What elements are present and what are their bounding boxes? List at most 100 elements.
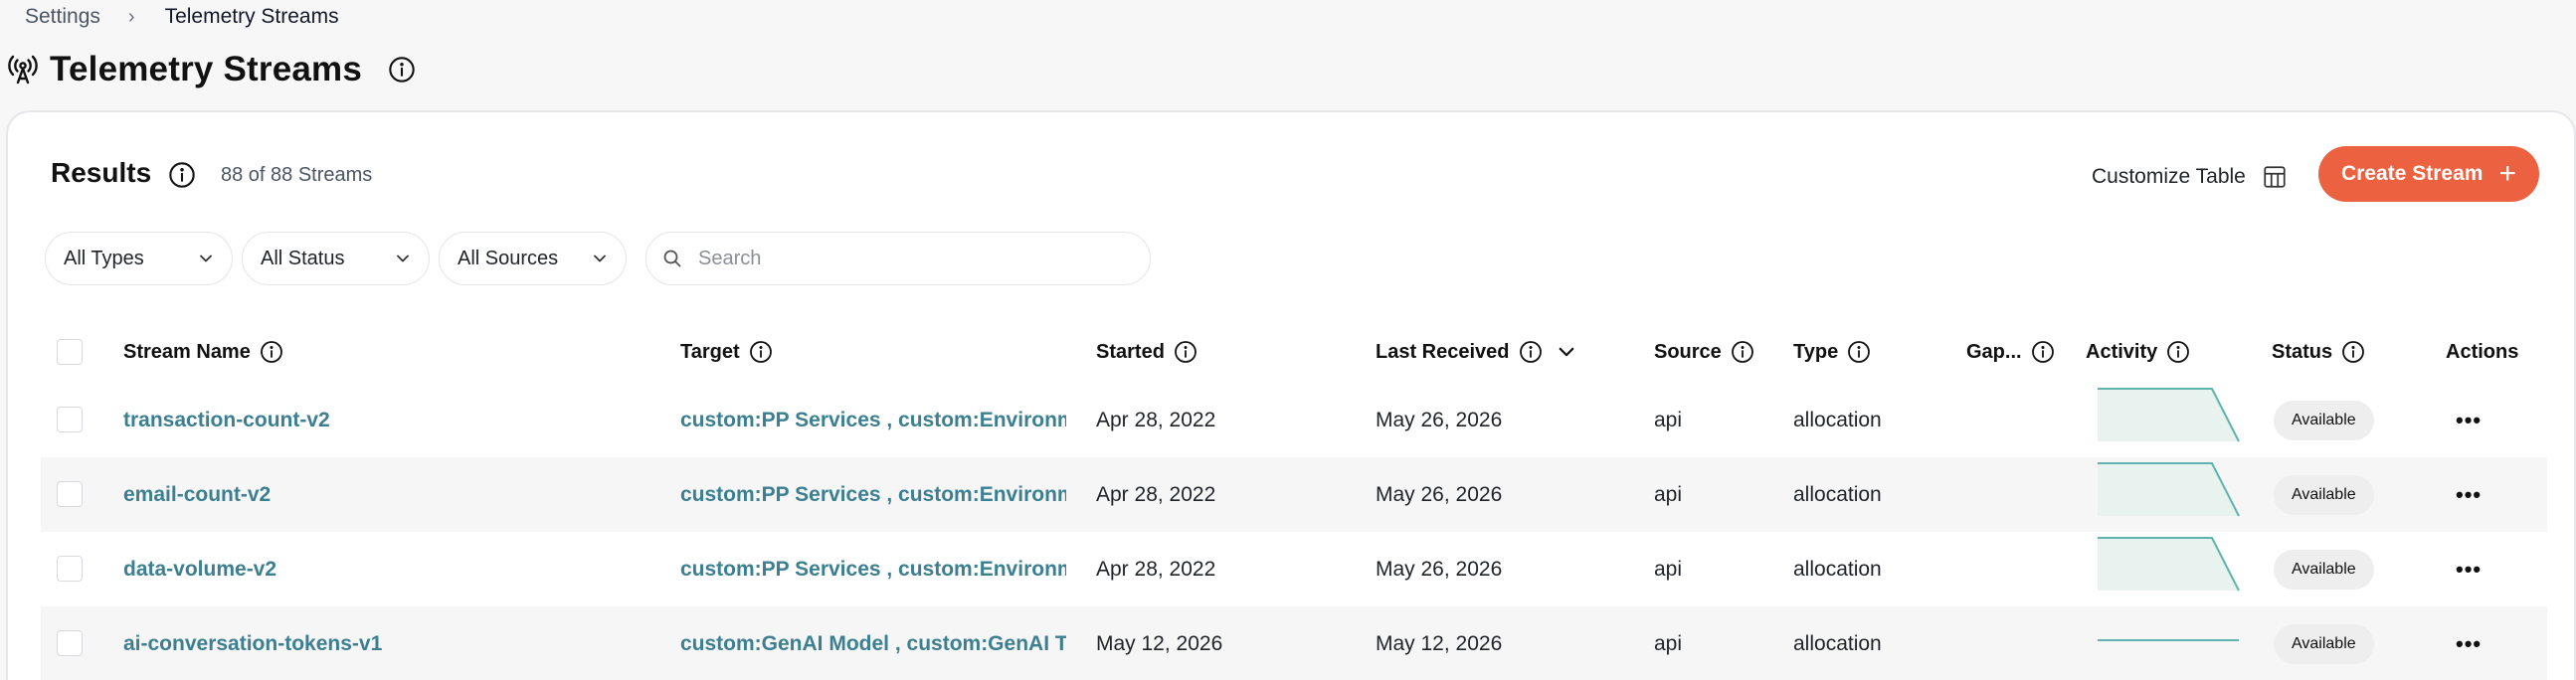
info-icon[interactable] xyxy=(1847,340,1871,364)
info-icon[interactable] xyxy=(2031,340,2055,364)
status-cell: Available xyxy=(2274,606,2374,680)
column-header-target[interactable]: Target xyxy=(680,323,773,381)
column-label: Type xyxy=(1793,340,1839,363)
started-cell: May 12, 2026 xyxy=(1096,631,1223,655)
row-checkbox[interactable] xyxy=(57,556,83,582)
results-card: Results 88 of 88 Streams Customize Table… xyxy=(6,110,2576,680)
started-cell: Apr 28, 2022 xyxy=(1096,408,1216,431)
status-filter-dropdown[interactable]: All Status xyxy=(242,232,430,285)
row-checkbox[interactable] xyxy=(57,630,83,656)
sort-descending-icon[interactable] xyxy=(1557,342,1576,362)
status-cell: Available xyxy=(2274,457,2374,532)
info-icon[interactable] xyxy=(1174,340,1197,364)
column-header-last-received[interactable]: Last Received xyxy=(1376,323,1576,381)
type-filter-label: All Types xyxy=(64,247,144,269)
stream-name-link[interactable]: email-count-v2 xyxy=(123,457,271,532)
search-icon xyxy=(663,250,681,267)
plus-icon: + xyxy=(2498,157,2516,190)
column-header-source[interactable]: Source xyxy=(1654,323,1754,381)
info-icon[interactable] xyxy=(260,340,283,364)
page-header: Telemetry Streams xyxy=(6,48,416,91)
stream-name-link[interactable]: transaction-count-v2 xyxy=(123,383,330,457)
column-header-started[interactable]: Started xyxy=(1096,323,1197,381)
target-cell[interactable]: custom:PP Services , custom:Environment xyxy=(680,383,1066,457)
select-all-checkbox[interactable] xyxy=(57,339,83,365)
activity-sparkline xyxy=(2098,388,2240,442)
create-stream-button[interactable]: Create Stream + xyxy=(2318,146,2539,202)
chevron-down-icon xyxy=(594,255,606,262)
info-icon[interactable] xyxy=(2166,340,2190,364)
source-filter-dropdown[interactable]: All Sources xyxy=(439,232,627,285)
actions-cell: ••• xyxy=(2456,383,2482,457)
type-cell: allocation xyxy=(1793,631,1882,655)
column-header-actions: Actions xyxy=(2446,323,2518,381)
type-cell: allocation xyxy=(1793,482,1882,506)
stream-name-link[interactable]: ai-conversation-tokens-v1 xyxy=(123,606,382,680)
customize-table-button[interactable]: Customize Table xyxy=(2092,152,2288,202)
actions-cell: ••• xyxy=(2456,457,2482,532)
column-header-status[interactable]: Status xyxy=(2272,323,2365,381)
info-icon[interactable] xyxy=(2341,340,2365,364)
type-cell: allocation xyxy=(1793,408,1882,431)
more-actions-icon[interactable]: ••• xyxy=(2456,557,2482,583)
source-cell: api xyxy=(1654,557,1683,581)
chevron-down-icon xyxy=(200,255,212,262)
customize-table-label: Customize Table xyxy=(2092,165,2246,188)
row-checkbox[interactable] xyxy=(57,407,83,432)
source-filter-label: All Sources xyxy=(458,247,559,269)
results-count: 88 of 88 Streams xyxy=(221,164,373,186)
status-cell: Available xyxy=(2274,383,2374,457)
status-badge: Available xyxy=(2274,400,2374,440)
column-label: Gap... xyxy=(1966,340,2022,363)
status-badge: Available xyxy=(2274,623,2374,664)
status-badge: Available xyxy=(2274,474,2374,515)
source-cell: api xyxy=(1654,408,1683,431)
info-icon[interactable] xyxy=(1519,340,1543,364)
column-label: Last Received xyxy=(1376,340,1510,363)
activity-sparkline xyxy=(2098,639,2239,641)
table-row[interactable]: transaction-count-v2 custom:PP Services … xyxy=(41,383,2547,457)
table-row[interactable]: email-count-v2 custom:PP Services , cust… xyxy=(41,457,2547,532)
table-layout-icon xyxy=(2262,164,2288,190)
column-label: Stream Name xyxy=(123,340,251,363)
type-cell: allocation xyxy=(1793,557,1882,581)
last-received-cell: May 12, 2026 xyxy=(1376,631,1503,655)
row-checkbox[interactable] xyxy=(57,481,83,507)
started-cell: Apr 28, 2022 xyxy=(1096,557,1216,581)
status-filter-label: All Status xyxy=(261,247,345,269)
table-header: Stream Name Target Started Last Received… xyxy=(41,323,2547,381)
antenna-icon xyxy=(6,53,40,86)
breadcrumb-settings[interactable]: Settings xyxy=(25,5,100,29)
actions-cell: ••• xyxy=(2456,606,2482,680)
more-actions-icon[interactable]: ••• xyxy=(2456,408,2482,433)
activity-sparkline xyxy=(2098,537,2240,592)
target-cell[interactable]: custom:PP Services , custom:Environment xyxy=(680,532,1066,606)
actions-cell: ••• xyxy=(2456,532,2482,606)
table-row[interactable]: ai-conversation-tokens-v1 custom:GenAI M… xyxy=(41,606,2547,680)
more-actions-icon[interactable]: ••• xyxy=(2456,482,2482,508)
stream-name-link[interactable]: data-volume-v2 xyxy=(123,532,276,606)
more-actions-icon[interactable]: ••• xyxy=(2456,631,2482,657)
source-cell: api xyxy=(1654,631,1683,655)
info-icon[interactable] xyxy=(168,161,196,189)
table-row[interactable]: data-volume-v2 custom:PP Services , cust… xyxy=(41,532,2547,606)
type-filter-dropdown[interactable]: All Types xyxy=(45,232,233,285)
status-cell: Available xyxy=(2274,532,2374,606)
column-header-stream-name[interactable]: Stream Name xyxy=(123,323,283,381)
info-icon[interactable] xyxy=(1731,340,1754,364)
status-badge: Available xyxy=(2274,549,2374,590)
column-label: Status xyxy=(2272,340,2333,363)
last-received-cell: May 26, 2026 xyxy=(1376,557,1503,581)
column-header-gap[interactable]: Gap... xyxy=(1966,323,2055,381)
results-title: Results xyxy=(51,157,152,188)
search-input[interactable] xyxy=(698,247,1116,270)
target-cell[interactable]: custom:PP Services , custom:Environment xyxy=(680,457,1066,532)
target-cell[interactable]: custom:GenAI Model , custom:GenAI Tokens xyxy=(680,606,1066,680)
column-header-type[interactable]: Type xyxy=(1793,323,1871,381)
info-icon[interactable] xyxy=(749,340,773,364)
info-icon[interactable] xyxy=(388,56,416,84)
search-box xyxy=(645,232,1151,285)
column-label: Target xyxy=(680,340,740,363)
column-header-activity[interactable]: Activity xyxy=(2086,323,2190,381)
column-label: Started xyxy=(1096,340,1165,363)
